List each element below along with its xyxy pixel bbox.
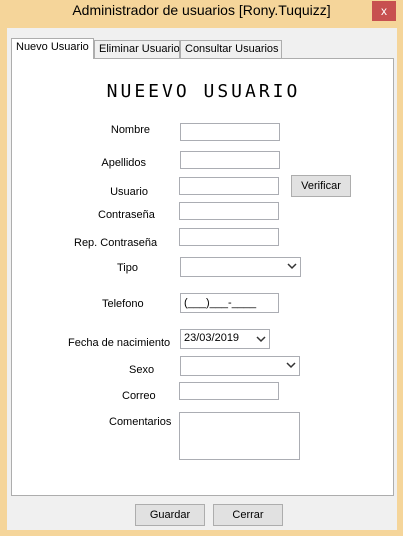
close-button[interactable]: x — [372, 1, 396, 21]
verificar-button[interactable]: Verificar — [291, 175, 351, 197]
usuario-field[interactable] — [179, 177, 279, 195]
comentarios-label: Comentarios — [109, 416, 172, 428]
nuevo-usuario-panel: NUEEVO USUARIO Nombre Apellidos Usuario … — [11, 58, 394, 496]
nombre-label: Nombre — [110, 124, 150, 136]
contrasena-label: Contraseña — [98, 209, 155, 221]
tab-consultar-usuarios[interactable]: Consultar Usuarios — [180, 40, 282, 58]
tipo-select-value — [181, 267, 187, 273]
fecha-nacimiento-picker[interactable]: 23/03/2019 — [180, 329, 270, 349]
correo-label: Correo — [122, 390, 156, 402]
client-area: Nuevo Usuario Eliminar Usuario Consultar… — [7, 28, 397, 530]
usuario-label: Usuario — [110, 186, 148, 198]
chevron-down-icon — [256, 336, 266, 343]
sexo-label: Sexo — [129, 364, 155, 376]
app-window: Administrador de usuarios [Rony.Tuquizz]… — [0, 0, 403, 536]
nombre-field[interactable] — [180, 123, 280, 141]
title-bar: Administrador de usuarios [Rony.Tuquizz]… — [0, 0, 403, 24]
tab-nuevo-usuario[interactable]: Nuevo Usuario — [11, 38, 94, 59]
telefono-field[interactable]: (___)___-____ — [180, 293, 279, 313]
fecha-nacimiento-label: Fecha de nacimiento — [68, 337, 171, 349]
apellidos-label: Apellidos — [101, 157, 146, 169]
comentarios-field[interactable] — [179, 412, 300, 460]
chevron-down-icon — [287, 263, 297, 270]
contrasena-field[interactable] — [179, 202, 279, 220]
sexo-select[interactable] — [180, 356, 300, 376]
sexo-select-value — [181, 366, 187, 372]
chevron-down-icon — [286, 362, 296, 369]
window-title: Administrador de usuarios [Rony.Tuquizz] — [72, 2, 331, 18]
guardar-button[interactable]: Guardar — [135, 504, 205, 526]
cerrar-button[interactable]: Cerrar — [213, 504, 283, 526]
telefono-label: Telefono — [102, 298, 144, 310]
apellidos-field[interactable] — [180, 151, 280, 169]
rep-contrasena-field[interactable] — [179, 228, 279, 246]
tab-eliminar-usuario[interactable]: Eliminar Usuario — [94, 40, 180, 58]
tipo-select[interactable] — [180, 257, 301, 277]
correo-field[interactable] — [179, 382, 279, 400]
fecha-nacimiento-value: 23/03/2019 — [184, 332, 240, 344]
tipo-label: Tipo — [117, 262, 138, 274]
close-icon: x — [381, 4, 387, 18]
rep-contrasena-label: Rep. Contraseña — [74, 237, 158, 249]
form-heading: NUEEVO USUARIO — [106, 81, 301, 102]
